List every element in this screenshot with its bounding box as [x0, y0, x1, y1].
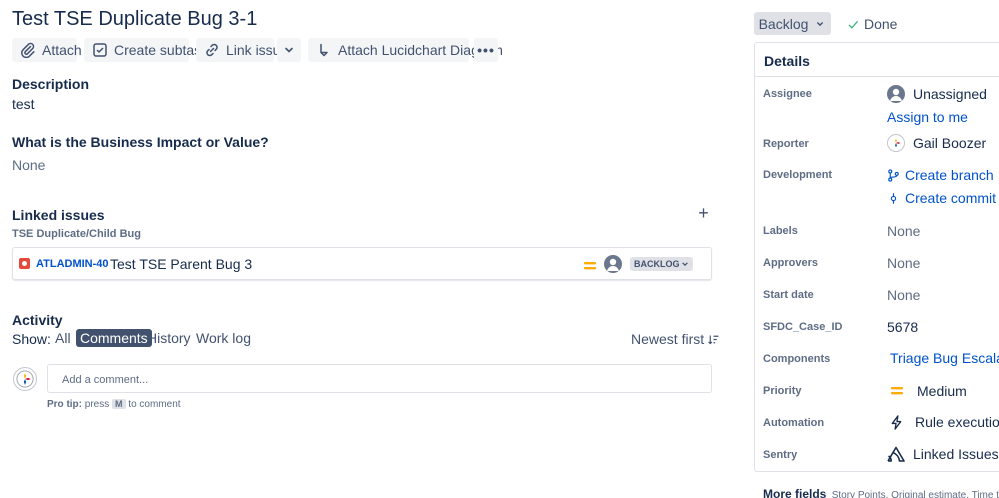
commit-icon — [890, 192, 897, 204]
done-label: Done — [864, 16, 898, 32]
more-actions-button[interactable]: ••• — [474, 38, 498, 62]
automation-label: Automation — [763, 417, 825, 429]
create-subtask-button[interactable]: Create subtask — [84, 38, 208, 62]
paperclip-icon — [20, 42, 36, 58]
automation-name: Rule executions — [915, 414, 999, 430]
chevron-down-icon — [281, 42, 297, 58]
sfdc-case-id-value[interactable]: 5678 — [887, 319, 918, 335]
more-fields-button[interactable]: More fields Story Points, Original estim… — [763, 487, 999, 498]
priority-label: Priority — [763, 385, 802, 397]
create-subtask-label: Create subtask — [114, 42, 209, 58]
reporter-value[interactable]: Gail Boozer — [887, 134, 986, 152]
pro-tip-rest: to comment — [128, 399, 181, 410]
reporter-avatar-icon — [887, 134, 905, 152]
status-dropdown-button[interactable]: Backlog — [754, 12, 831, 35]
priority-medium-icon — [584, 258, 596, 270]
link-issue-button[interactable]: Link issue — [196, 38, 288, 62]
assignee-label: Assignee — [763, 88, 812, 100]
business-impact-text[interactable]: None — [12, 157, 45, 173]
activity-heading: Activity — [12, 312, 63, 328]
attach-lucidchart-button[interactable]: Attach Lucidchart Diagram — [308, 38, 503, 62]
labels-label: Labels — [763, 225, 798, 237]
sentry-name: Linked Issues — [913, 446, 999, 462]
details-heading[interactable]: Details — [755, 43, 999, 77]
pro-tip-key: M — [112, 399, 126, 409]
create-commit-label: Create commit — [905, 190, 997, 206]
steelers-logo-icon — [16, 370, 34, 388]
tab-history[interactable]: History — [143, 329, 195, 347]
tab-all[interactable]: All — [51, 329, 75, 347]
assignee-value[interactable]: Unassigned — [887, 85, 987, 103]
issue-title[interactable]: Test TSE Duplicate Bug 3-1 — [12, 8, 257, 31]
lucidchart-icon — [316, 42, 332, 58]
linked-issue-key[interactable]: ATLADMIN-40 — [36, 258, 109, 270]
labels-value[interactable]: None — [887, 223, 920, 239]
status-current: Backlog — [758, 15, 809, 32]
approvers-value[interactable]: None — [887, 255, 920, 271]
components-label: Components — [763, 353, 831, 365]
automation-value[interactable]: Rule executions — [887, 414, 999, 430]
more-icon: ••• — [477, 42, 495, 58]
lightning-icon — [891, 414, 902, 430]
chevron-down-icon — [817, 21, 824, 26]
sort-order-button[interactable]: Newest first — [631, 331, 720, 347]
done-transition-button[interactable]: Done — [847, 16, 897, 32]
pro-tip-label: Pro tip: — [47, 399, 82, 410]
sentry-label: Sentry — [763, 449, 798, 461]
subtask-icon — [92, 42, 108, 58]
link-issue-dropdown-button[interactable] — [277, 38, 301, 62]
sort-order-label: Newest first — [631, 331, 705, 347]
business-impact-heading: What is the Business Impact or Value? — [12, 134, 269, 150]
branch-icon — [888, 168, 899, 182]
unassigned-avatar-icon — [604, 255, 622, 273]
reporter-label: Reporter — [763, 138, 809, 150]
attach-button[interactable]: Attach — [12, 38, 82, 62]
priority-medium-icon — [891, 387, 903, 395]
link-icon — [204, 42, 220, 58]
start-date-value[interactable]: None — [887, 287, 920, 303]
start-date-label: Start date — [763, 289, 814, 301]
attach-label: Attach — [42, 42, 82, 58]
create-commit-link[interactable]: Create commit — [887, 190, 996, 206]
sort-icon — [708, 334, 719, 344]
link-relation-label: TSE Duplicate/Child Bug — [12, 228, 141, 240]
sentry-icon — [887, 446, 905, 462]
current-user-avatar — [13, 367, 37, 391]
create-branch-label: Create branch — [905, 167, 994, 183]
create-branch-link[interactable]: Create branch — [887, 167, 994, 183]
unassigned-avatar-icon — [887, 85, 905, 103]
reporter-name: Gail Boozer — [913, 135, 987, 151]
priority-value[interactable]: Medium — [887, 383, 967, 399]
checkmark-icon — [848, 20, 859, 29]
sfdc-case-id-label: SFDC_Case_ID — [763, 321, 843, 333]
priority-name: Medium — [917, 383, 967, 399]
linked-issue-status-label: BACKLOG — [634, 259, 680, 269]
linked-issue-row[interactable]: ATLADMIN-40 Test TSE Parent Bug 3 BACKLO… — [12, 247, 712, 280]
tab-work-log[interactable]: Work log — [192, 329, 255, 347]
bug-icon — [19, 258, 30, 269]
components-value[interactable]: Triage Bug Escalations — [890, 350, 999, 366]
linked-issue-status[interactable]: BACKLOG — [630, 257, 693, 271]
pro-tip-press: press — [84, 399, 110, 410]
description-text[interactable]: test — [12, 96, 35, 112]
add-comment-input[interactable]: Add a comment... — [47, 364, 712, 393]
linked-issues-heading: Linked issues — [12, 207, 105, 223]
chevron-down-icon — [681, 262, 688, 267]
more-fields-label: More fields — [763, 487, 827, 498]
description-heading: Description — [12, 76, 90, 92]
add-linked-issue-icon[interactable]: + — [697, 204, 710, 222]
linked-issue-summary[interactable]: Test TSE Parent Bug 3 — [110, 256, 252, 272]
development-label: Development — [763, 169, 833, 181]
assign-to-me-link[interactable]: Assign to me — [887, 109, 968, 125]
pro-tip: Pro tip: press M to comment — [47, 399, 181, 410]
sentry-value[interactable]: Linked Issues — [887, 446, 999, 462]
assignee-name: Unassigned — [913, 86, 987, 102]
activity-show-label: Show: — [12, 331, 51, 347]
more-fields-hint: Story Points, Original estimate, Time tr… — [831, 490, 999, 498]
approvers-label: Approvers — [763, 257, 819, 269]
tab-comments[interactable]: Comments — [76, 329, 152, 347]
